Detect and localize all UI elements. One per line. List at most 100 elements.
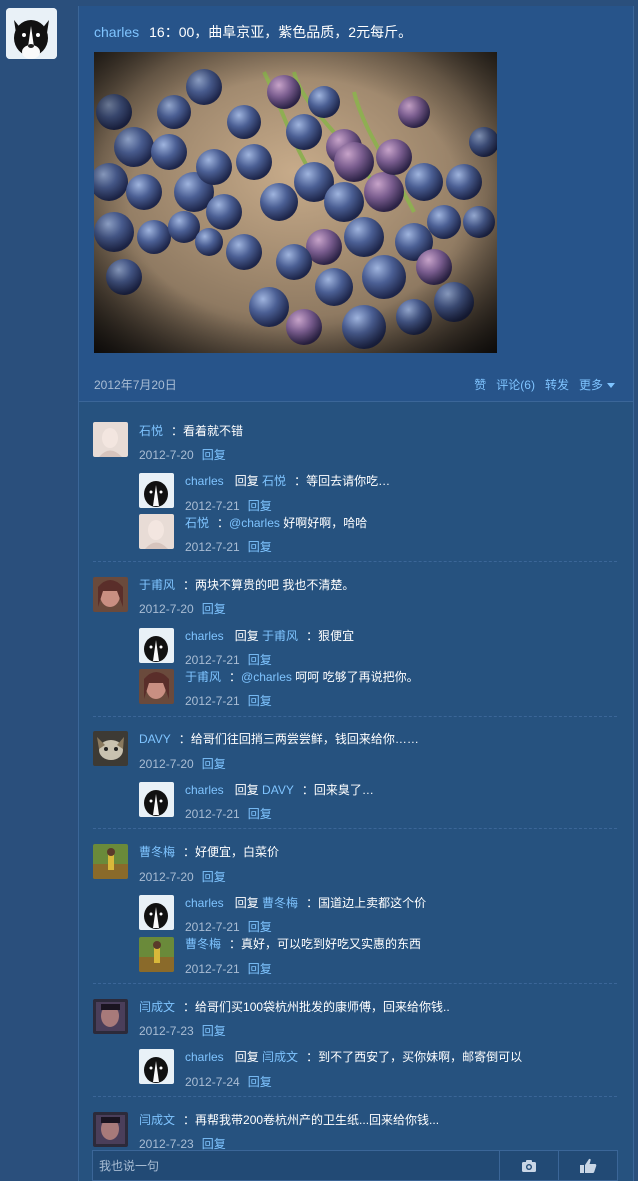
reply-button[interactable]: 回复 [248, 807, 272, 821]
replier-name[interactable]: charles [185, 896, 224, 910]
avatar-caodongmei[interactable] [139, 937, 174, 972]
commenter-name[interactable]: 于甫风 [139, 578, 175, 592]
reply-text: 等回去请你吃… [306, 474, 391, 488]
replier-name[interactable]: charles [185, 474, 224, 488]
reply-body: 曹冬梅 ：真好，可以吃到好吃又实惠的东西 [185, 935, 421, 952]
reply-button[interactable]: 回复 [202, 870, 226, 884]
avatar-charles[interactable] [139, 628, 174, 663]
replier-name[interactable]: charles [185, 629, 224, 643]
colon: ： [301, 783, 314, 797]
reply-target[interactable]: DAVY [262, 783, 294, 797]
reply-body: charles 回复 闫成文 ：到不了西安了，买你妹啊，邮寄倒可以 [185, 1048, 522, 1065]
reply-button[interactable]: 回复 [248, 1075, 272, 1089]
reply-button[interactable]: 回复 [248, 499, 272, 513]
reply-button[interactable]: 回复 [202, 602, 226, 616]
reply-target[interactable]: 闫成文 [262, 1050, 298, 1064]
like-button[interactable]: 赞 [474, 376, 486, 393]
avatar-yanchengwen[interactable] [93, 999, 128, 1034]
reply-date: 2012-7-24 [185, 1075, 240, 1089]
avatar-charles[interactable] [139, 1049, 174, 1084]
reply-meta: 2012-7-21 回复 [185, 805, 272, 822]
reply-body: charles 回复 石悦 ：等回去请你吃… [185, 472, 390, 489]
comment-date: 2012-7-23 [139, 1024, 194, 1038]
photo-upload-button[interactable] [499, 1151, 557, 1180]
avatar-charles[interactable] [139, 473, 174, 508]
mention-link[interactable]: @charles [229, 516, 280, 530]
post-content: charles 16：00，曲阜京亚，紫色品质，2元每斤。 [94, 22, 412, 42]
colon: ： [183, 1000, 196, 1014]
comment-body: 曹冬梅 ：好便宜，白菜价 [139, 843, 279, 860]
post-photo[interactable] [94, 52, 497, 353]
share-button[interactable]: 转发 [545, 376, 569, 393]
reply-body: charles 回复 DAVY ：回来臭了… [185, 781, 374, 798]
reply-body: charles 回复 曹冬梅 ：国道边上卖都这个价 [185, 894, 426, 911]
reply-button[interactable]: 回复 [248, 962, 272, 976]
colon: ： [183, 845, 196, 859]
reply-target[interactable]: 于甫风 [262, 629, 298, 643]
commenter-name[interactable]: DAVY [139, 732, 171, 746]
reply-button[interactable]: 回复 [202, 448, 226, 462]
comment-date: 2012-7-23 [139, 1137, 194, 1151]
avatar-yufufeng[interactable] [93, 577, 128, 612]
replier-name[interactable]: charles [185, 783, 224, 797]
avatar-charles[interactable] [139, 895, 174, 930]
reply-meta: 2012-7-21 回复 [185, 692, 272, 709]
reply-target[interactable]: 曹冬梅 [262, 896, 298, 910]
replier-name[interactable]: 曹冬梅 [185, 937, 221, 951]
reply-date: 2012-7-21 [185, 540, 240, 554]
avatar-yufufeng[interactable] [139, 669, 174, 704]
reply-date: 2012-7-21 [185, 653, 240, 667]
replier-name[interactable]: charles [185, 1050, 224, 1064]
avatar-shiyue[interactable] [139, 514, 174, 549]
commenter-name[interactable]: 曹冬梅 [139, 845, 175, 859]
more-button[interactable]: 更多 [579, 376, 615, 393]
reply-text: 国道边上卖都这个价 [318, 896, 427, 910]
divider [93, 828, 617, 829]
camera-icon [521, 1159, 536, 1172]
avatar-davy[interactable] [93, 731, 128, 766]
reply-target[interactable]: 石悦 [262, 474, 286, 488]
commenter-name[interactable]: 石悦 [139, 424, 163, 438]
chevron-down-icon [607, 383, 615, 389]
comment-meta: 2012-7-20 回复 [139, 868, 226, 885]
comment-text: 好便宜，白菜价 [195, 845, 280, 859]
reply-verb: 回复 [234, 896, 259, 910]
comment-meta: 2012-7-20 回复 [139, 600, 226, 617]
poster-avatar[interactable] [6, 8, 57, 59]
reply-date: 2012-7-21 [185, 499, 240, 513]
reply-meta: 2012-7-21 回复 [185, 497, 272, 514]
reply-verb: 回复 [234, 1050, 259, 1064]
comment-button[interactable]: 评论(6) [496, 376, 535, 393]
replier-name[interactable]: 于甫风 [185, 670, 221, 684]
reply-button[interactable]: 回复 [202, 1024, 226, 1038]
colon: ： [306, 896, 319, 910]
reply-date: 2012-7-21 [185, 920, 240, 934]
mention-link[interactable]: @charles [241, 670, 292, 684]
reply-body: charles 回复 于甫风 ：狠便宜 [185, 627, 354, 644]
commenter-name[interactable]: 闫成文 [139, 1113, 175, 1127]
reply-button[interactable]: 回复 [202, 757, 226, 771]
colon: ： [217, 516, 230, 530]
reply-meta: 2012-7-24 回复 [185, 1073, 272, 1090]
avatar-yanchengwen[interactable] [93, 1112, 128, 1147]
comment-date: 2012-7-20 [139, 870, 194, 884]
comment-date: 2012-7-20 [139, 448, 194, 462]
commenter-name[interactable]: 闫成文 [139, 1000, 175, 1014]
like-quick-button[interactable] [558, 1151, 616, 1180]
reply-text: 呵呵 吃够了再说把你。 [291, 670, 419, 684]
reply-button[interactable]: 回复 [202, 1137, 226, 1151]
avatar-charles[interactable] [139, 782, 174, 817]
comment-meta: 2012-7-23 回复 [139, 1022, 226, 1039]
reply-button[interactable]: 回复 [248, 694, 272, 708]
post-author[interactable]: charles [94, 24, 139, 40]
reply-button[interactable]: 回复 [248, 653, 272, 667]
avatar-shiyue[interactable] [93, 422, 128, 457]
avatar-caodongmei[interactable] [93, 844, 128, 879]
reply-button[interactable]: 回复 [248, 540, 272, 554]
comment-input[interactable] [93, 1151, 499, 1180]
replier-name[interactable]: 石悦 [185, 516, 209, 530]
comment-meta: 2012-7-20 回复 [139, 446, 226, 463]
colon: ： [178, 732, 191, 746]
reply-button[interactable]: 回复 [248, 920, 272, 934]
colon: ： [183, 1113, 196, 1127]
